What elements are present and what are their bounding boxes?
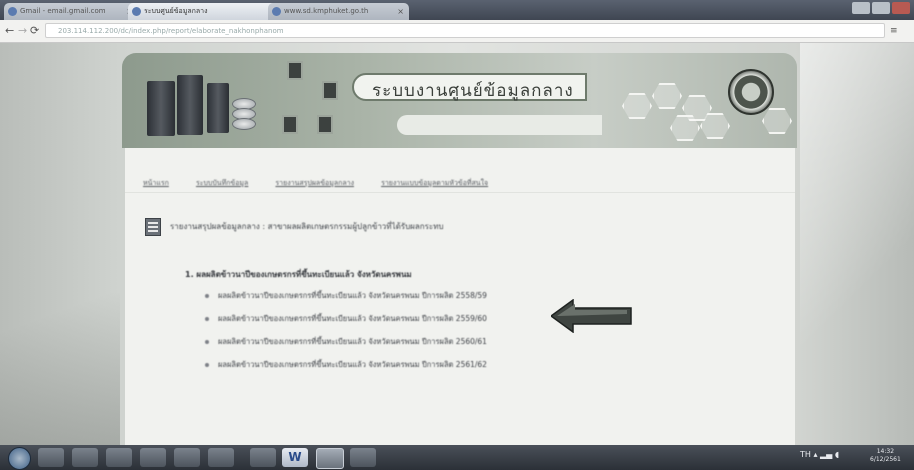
word-taskbar-icon[interactable]: W — [282, 448, 308, 467]
network-icon[interactable]: ▂▄ — [820, 450, 832, 459]
browser-toolbar: ← → ⟳ 203.114.112.200/dc/index.php/repor… — [0, 20, 914, 43]
report-link-text[interactable]: ผลผลิตข้าวนาปีของเกษตรกรที่ขึ้นทะเบียนแล… — [218, 360, 487, 369]
back-icon[interactable]: ← — [5, 24, 14, 38]
report-link[interactable]: ผลผลิตข้าวนาปีของเกษตรกรที่ขึ้นทะเบียนแล… — [205, 313, 487, 336]
tab-favicon — [132, 7, 141, 16]
report-link-text[interactable]: ผลผลิตข้าวนาปีของเกษตรกรที่ขึ้นทะเบียนแล… — [218, 291, 487, 300]
hex-decoration — [762, 108, 792, 134]
nav-link-summary-report[interactable]: รายงานสรุปผลข้อมูลกลาง — [275, 178, 354, 189]
book-icon — [287, 61, 303, 80]
app-taskbar-icon[interactable] — [208, 448, 234, 467]
report-link[interactable]: ผลผลิตข้าวนาปีของเกษตรกรที่ขึ้นทะเบียนแล… — [205, 290, 487, 313]
clock[interactable]: 14:32 6/12/2561 — [870, 448, 901, 464]
book-icon — [317, 115, 333, 134]
tab-favicon — [272, 7, 281, 16]
banner-subbar — [397, 115, 602, 135]
close-icon[interactable]: × — [397, 3, 404, 20]
app-taskbar-icon[interactable] — [250, 448, 276, 467]
bullet-icon — [205, 340, 209, 344]
system-tray: TH ▴ ▂▄ ◖ — [800, 450, 839, 459]
report-link-text[interactable]: ผลผลิตข้าวนาปีของเกษตรกรที่ขึ้นทะเบียนแล… — [218, 337, 487, 346]
report-link[interactable]: ผลผลิตข้าวนาปีของเกษตรกรที่ขึ้นทะเบียนแล… — [205, 336, 487, 359]
government-seal-logo — [728, 69, 774, 115]
site-banner: ระบบงานศูนย์ข้อมูลกลาง — [122, 53, 797, 148]
server-image — [147, 81, 175, 136]
windows-taskbar: W TH ▴ ▂▄ ◖ 14:32 6/12/2561 — [0, 445, 914, 470]
site-title: ระบบงานศูนย์ข้อมูลกลาง — [372, 81, 574, 101]
top-nav: หน้าแรก ระบบบันทึกข้อมูล รายงานสรุปผลข้อ… — [143, 170, 510, 189]
page-viewport: ระบบงานศูนย์ข้อมูลกลาง หน้าแรก ระบบบันทึ… — [0, 43, 914, 445]
volume-icon[interactable]: ◖ — [835, 450, 839, 459]
divider — [125, 192, 795, 193]
report-link-text[interactable]: ผลผลิตข้าวนาปีของเกษตรกรที่ขึ้นทะเบียนแล… — [218, 314, 487, 323]
screen-glare — [800, 43, 914, 445]
screen-shadow — [0, 293, 120, 445]
page-heading-text: รายงานสรุปผลข้อมูลกลาง : สาขาผลผลิตเกษตร… — [170, 222, 444, 231]
nav-link-home[interactable]: หน้าแรก — [143, 178, 169, 189]
nav-link-topic-report[interactable]: รายงานแบบข้อมูลตามหัวข้อที่สนใจ — [381, 178, 488, 189]
window-close-button[interactable] — [892, 2, 910, 14]
menu-icon[interactable]: ≡ — [890, 24, 898, 38]
hex-decoration — [652, 83, 682, 109]
document-icon — [145, 218, 161, 236]
browser-tab[interactable]: Gmail - email.gmail.com × — [4, 3, 138, 20]
bullet-icon — [205, 317, 209, 321]
app-taskbar-icon[interactable] — [174, 448, 200, 467]
language-indicator[interactable]: TH — [800, 450, 811, 459]
browser-tab[interactable]: www.sd.kmphuket.go.th × — [268, 3, 409, 20]
address-text: 203.114.112.200/dc/index.php/report/elab… — [58, 27, 284, 35]
forward-icon[interactable]: → — [18, 24, 27, 38]
bullet-icon — [205, 294, 209, 298]
arrow-left-icon — [551, 299, 632, 333]
chrome-taskbar-icon[interactable] — [316, 448, 344, 469]
clock-time: 14:32 — [876, 448, 895, 455]
hex-decoration — [622, 93, 652, 119]
app-taskbar-icon[interactable] — [140, 448, 166, 467]
tab-label: ระบบศูนย์ข้อมูลกลาง — [144, 7, 208, 15]
bullet-icon — [205, 363, 209, 367]
book-icon — [282, 115, 298, 134]
address-bar[interactable]: 203.114.112.200/dc/index.php/report/elab… — [45, 23, 885, 38]
minimize-button[interactable] — [852, 2, 870, 14]
nav-link-data-entry[interactable]: ระบบบันทึกข้อมูล — [196, 178, 248, 189]
section-title: 1. ผลผลิตข้าวนาปีของเกษตรกรที่ขึ้นทะเบีย… — [185, 270, 412, 279]
browser-tab-active[interactable]: ระบบศูนย์ข้อมูลกลาง × — [128, 3, 279, 20]
reload-icon[interactable]: ⟳ — [30, 24, 39, 38]
server-image — [177, 75, 203, 135]
ie-taskbar-icon[interactable] — [38, 448, 64, 467]
report-link[interactable]: ผลผลิตข้าวนาปีของเกษตรกรที่ขึ้นทะเบียนแล… — [205, 359, 487, 382]
report-list: ผลผลิตข้าวนาปีของเกษตรกรที่ขึ้นทะเบียนแล… — [205, 290, 487, 382]
book-icon — [322, 81, 338, 100]
explorer-taskbar-icon[interactable] — [72, 448, 98, 467]
tab-favicon — [8, 7, 17, 16]
app-taskbar-icon[interactable] — [350, 448, 376, 467]
start-button[interactable] — [8, 447, 31, 470]
media-taskbar-icon[interactable] — [106, 448, 132, 467]
server-image — [207, 83, 229, 133]
maximize-button[interactable] — [872, 2, 890, 14]
disk-image — [232, 118, 256, 130]
tab-label: Gmail - email.gmail.com — [20, 7, 106, 15]
report-section: 1. ผลผลิตข้าวนาปีของเกษตรกรที่ขึ้นทะเบีย… — [185, 268, 412, 281]
tab-label: www.sd.kmphuket.go.th — [284, 7, 369, 15]
browser-tab-strip: Gmail - email.gmail.com × ระบบศูนย์ข้อมู… — [0, 0, 914, 20]
clock-date: 6/12/2561 — [870, 456, 901, 463]
